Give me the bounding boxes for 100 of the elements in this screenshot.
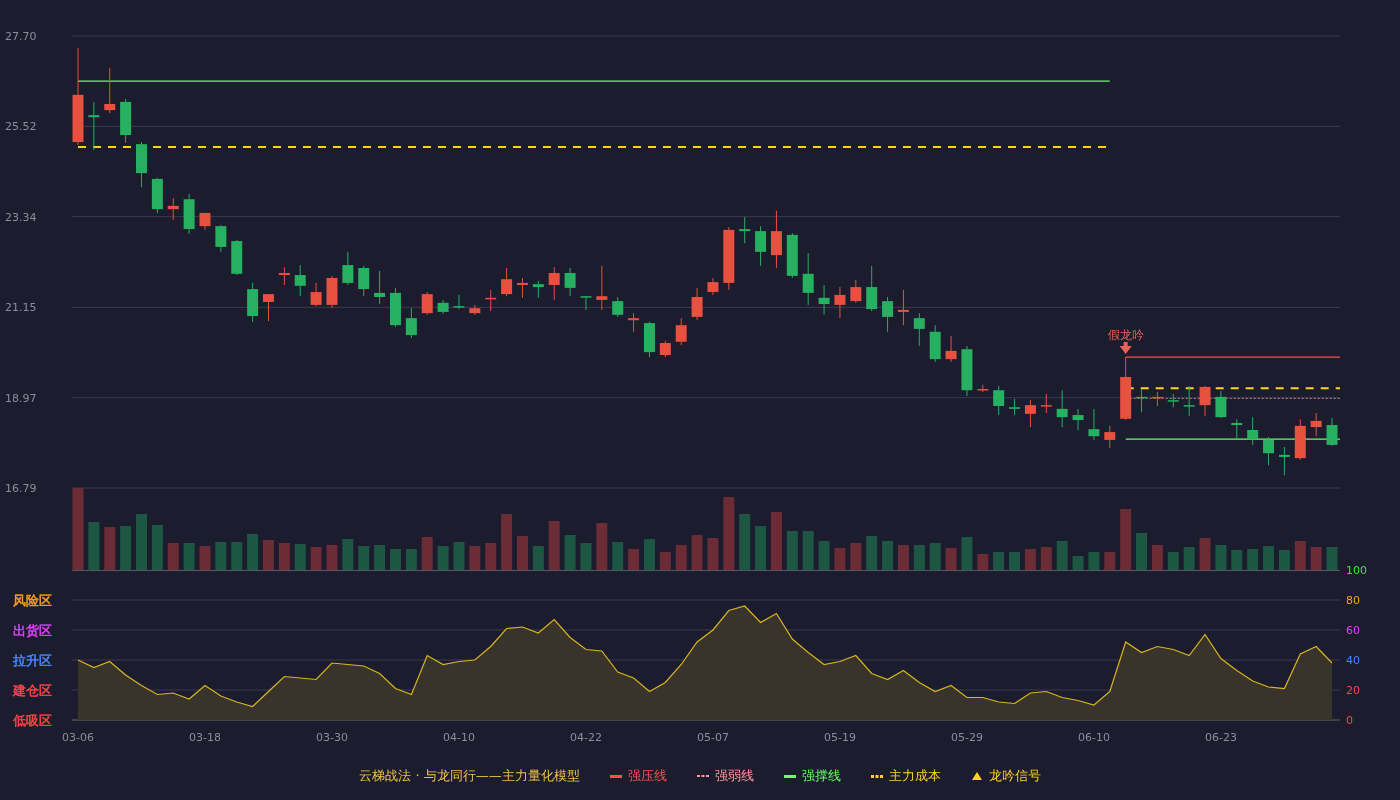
legend-label: 强弱线 xyxy=(714,767,754,785)
axis-label: 18.97 xyxy=(5,391,37,405)
candlestick xyxy=(215,224,227,253)
candlestick xyxy=(1278,446,1290,476)
candlestick xyxy=(1263,436,1275,466)
candlestick xyxy=(120,98,132,144)
zone-label: 建仓区 xyxy=(13,683,52,698)
axis-label: 05-29 xyxy=(950,731,983,744)
axis-label: 16.79 xyxy=(5,482,37,495)
candlestick xyxy=(1088,408,1100,441)
axis-label: 20 xyxy=(1346,684,1360,697)
candlestick xyxy=(167,197,179,221)
axis-label: 03-18 xyxy=(189,731,221,744)
candlestick xyxy=(945,335,957,363)
zone-label: 低吸区 xyxy=(13,713,52,728)
legend-title: 云梯战法 · 与龙同行——主力量化模型 xyxy=(359,767,580,785)
candlestick xyxy=(390,287,401,328)
candlestick xyxy=(818,284,830,316)
candlestick xyxy=(596,265,608,311)
legend-label: 强撑线 xyxy=(801,767,841,785)
axis-label: 27.70 xyxy=(5,30,37,43)
candlestick xyxy=(739,216,751,244)
axis-label: 40 xyxy=(1346,654,1360,667)
zone-label: 出货区 xyxy=(13,623,52,638)
candlestick xyxy=(1056,389,1068,428)
candlestick xyxy=(437,299,449,315)
axis-label: 21.15 xyxy=(5,301,37,315)
axis-label: 03-06 xyxy=(62,731,94,744)
candlestick xyxy=(1040,393,1052,414)
candlestick xyxy=(1231,418,1243,439)
candlestick xyxy=(485,289,497,312)
candlestick xyxy=(516,277,528,299)
axis-label: 04-22 xyxy=(570,731,602,744)
candlestick xyxy=(580,295,592,311)
candlestick xyxy=(961,345,973,397)
candlestick xyxy=(659,340,671,358)
candlestick xyxy=(548,266,560,301)
candlestick xyxy=(247,282,259,323)
candlestick xyxy=(1072,408,1084,431)
candlestick xyxy=(1199,385,1211,417)
candlestick xyxy=(834,286,846,319)
axis-label: 60 xyxy=(1346,624,1360,637)
candlestick xyxy=(882,296,894,333)
candlestick xyxy=(977,384,989,393)
zone-label: 拉升区 xyxy=(13,653,52,668)
candlestick xyxy=(1024,399,1036,428)
candlestick xyxy=(691,287,703,321)
candlestick xyxy=(675,317,687,346)
candlestick xyxy=(564,267,576,297)
candlestick xyxy=(104,67,116,114)
candlestick xyxy=(866,265,878,312)
axis-label: 0 xyxy=(1346,714,1353,727)
candlestick xyxy=(1215,390,1227,419)
candlestick xyxy=(993,385,1005,416)
candlestick xyxy=(199,212,211,231)
axis-label: 04-10 xyxy=(443,731,475,744)
axis-label: 25.52 xyxy=(5,120,37,134)
legend-label: 强压线 xyxy=(627,767,667,785)
zone-label: 风险区 xyxy=(13,593,52,608)
candlestick xyxy=(183,193,195,235)
axis-label: 100 xyxy=(1346,564,1367,577)
legend-label: 主力成本 xyxy=(888,767,941,785)
candlestick xyxy=(1310,412,1322,437)
candlestick xyxy=(453,294,465,310)
candlestick xyxy=(374,270,386,305)
axis-label: 06-23 xyxy=(1204,731,1237,744)
candlestick xyxy=(278,266,290,286)
candlestick xyxy=(532,280,544,299)
candlestick xyxy=(612,296,624,318)
candlestick xyxy=(231,239,243,276)
candlestick xyxy=(913,312,925,347)
axis-label: 05-19 xyxy=(823,731,856,744)
candlestick xyxy=(770,210,782,269)
candlestick xyxy=(707,277,719,296)
candlestick xyxy=(1151,391,1163,407)
axis-label: 05-07 xyxy=(696,731,729,744)
arrow-icon xyxy=(1119,342,1132,355)
candlestick xyxy=(1136,388,1148,413)
candlestick xyxy=(151,177,163,214)
candlestick xyxy=(850,279,862,304)
candlestick xyxy=(643,321,655,358)
candlestick xyxy=(405,307,417,339)
candlestick xyxy=(786,232,798,279)
candlestick xyxy=(294,264,306,297)
axis-label: 06-10 xyxy=(1077,731,1110,744)
candlestick xyxy=(342,251,354,286)
candlestick xyxy=(1294,418,1306,461)
candlestick xyxy=(723,226,735,291)
candlestick xyxy=(628,312,640,333)
candlestick xyxy=(1104,425,1116,449)
axis-label: 23.34 xyxy=(5,210,37,224)
candlestick xyxy=(1247,416,1259,446)
candlestick xyxy=(358,265,370,297)
candlestick xyxy=(1183,385,1195,417)
candlestick xyxy=(1326,417,1338,447)
candlestick xyxy=(326,275,338,309)
candlestick xyxy=(469,304,481,316)
legend-label: 龙吟信号 xyxy=(988,767,1041,785)
candlestick xyxy=(897,289,909,326)
candlestick xyxy=(136,141,147,188)
